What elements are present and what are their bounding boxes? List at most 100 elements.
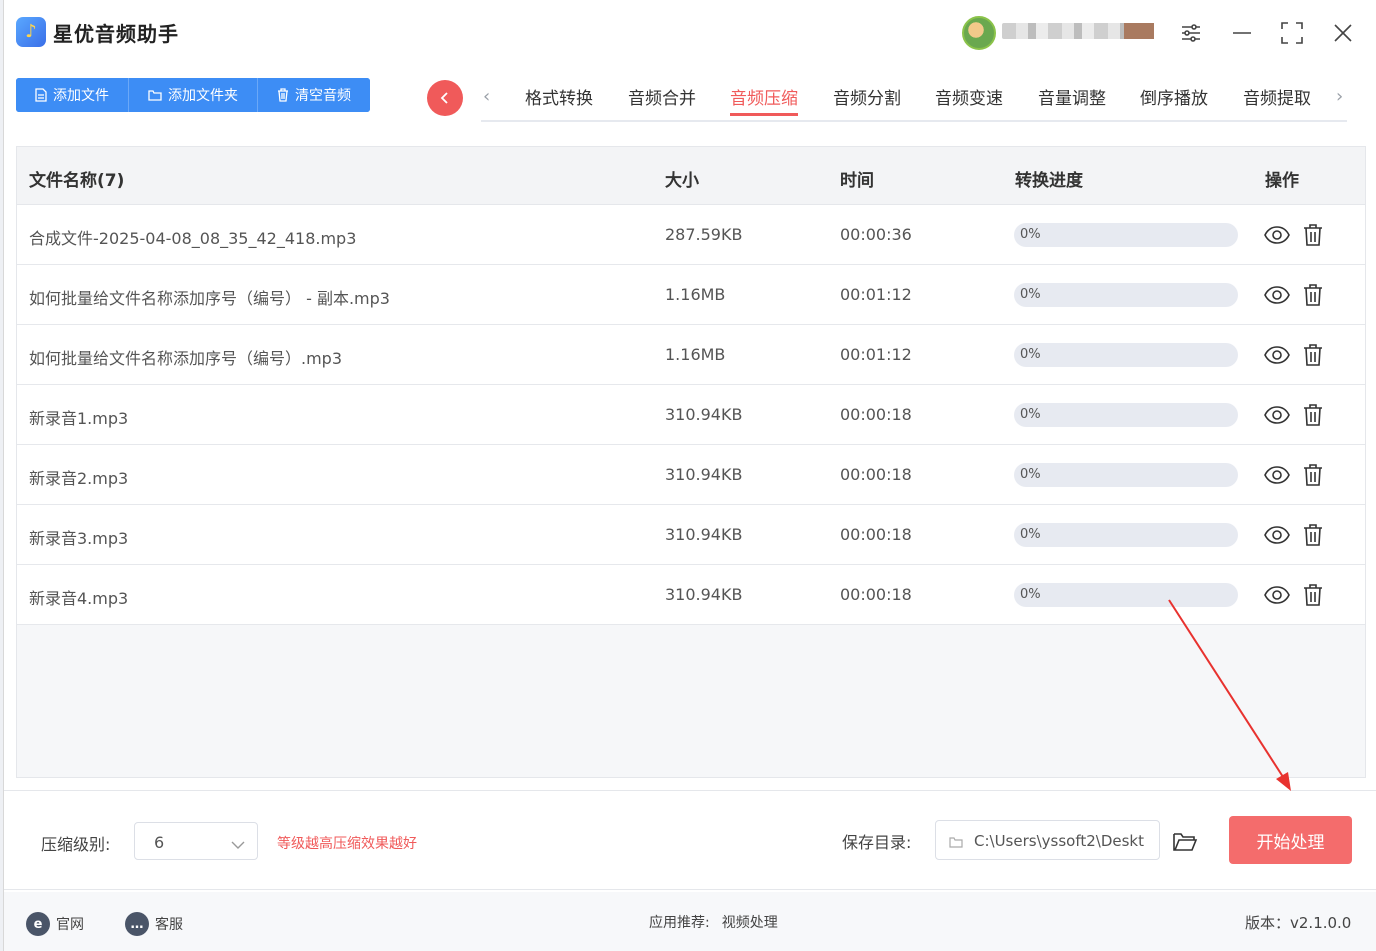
file-table: 文件名称(7) 大小 时间 转换进度 操作 合成文件-2025-04-08_08…: [16, 146, 1366, 778]
file-name: 如何批量给文件名称添加序号（编号）.mp3: [29, 349, 343, 368]
avatar[interactable]: [962, 16, 996, 50]
progress-bar: 0%: [1014, 463, 1238, 487]
table-row[interactable]: 新录音3.mp3 310.94KB 00:00:18 0%: [17, 505, 1365, 565]
music-note-icon: ♪: [16, 17, 46, 47]
add-folder-button[interactable]: 添加文件夹: [129, 78, 258, 112]
chat-bubble-icon: …: [125, 912, 149, 936]
header-size: 大小: [665, 171, 699, 191]
file-name: 新录音4.mp3: [29, 589, 129, 608]
table-row[interactable]: 如何批量给文件名称添加序号（编号）.mp3 1.16MB 00:01:12 0%: [17, 325, 1365, 385]
preview-eye-icon[interactable]: [1264, 522, 1290, 548]
app-window: ♪ 星优音频助手 添加文件 添加文件夹 清空音频 ‹ 格式转换 音频合并 音频压…: [3, 0, 1376, 951]
add-file-label: 添加文件: [53, 88, 109, 104]
trash-icon: [277, 88, 289, 102]
tab-audio-merge[interactable]: 音频合并: [628, 84, 696, 116]
progress-text: 0%: [1020, 527, 1041, 542]
file-size: 1.16MB: [665, 345, 726, 364]
compress-level-value: 6: [154, 833, 165, 852]
save-path-text: C:\Users\yssoft2\Deskt: [974, 832, 1144, 850]
tab-format-convert[interactable]: 格式转换: [525, 84, 593, 116]
table-row[interactable]: 新录音2.mp3 310.94KB 00:00:18 0%: [17, 445, 1365, 505]
preview-eye-icon[interactable]: [1264, 342, 1290, 368]
add-file-button[interactable]: 添加文件: [16, 78, 129, 112]
table-row[interactable]: 新录音1.mp3 310.94KB 00:00:18 0%: [17, 385, 1365, 445]
folder-icon: [148, 89, 162, 101]
delete-trash-icon[interactable]: [1300, 282, 1326, 308]
progress-bar: 0%: [1014, 223, 1238, 247]
progress-text: 0%: [1020, 287, 1041, 302]
tab-audio-extract[interactable]: 音频提取: [1243, 84, 1311, 116]
file-size: 310.94KB: [665, 525, 743, 544]
user-name-blurred[interactable]: [1002, 23, 1154, 39]
tab-audio-speed[interactable]: 音频变速: [935, 84, 1003, 116]
progress-bar: 0%: [1014, 523, 1238, 547]
settings-sliders-icon[interactable]: [1176, 18, 1206, 48]
preview-eye-icon[interactable]: [1264, 402, 1290, 428]
progress-text: 0%: [1020, 347, 1041, 362]
delete-trash-icon[interactable]: [1300, 402, 1326, 428]
close-icon[interactable]: [1328, 18, 1358, 48]
back-button[interactable]: [427, 80, 463, 116]
support-link[interactable]: … 客服: [125, 912, 183, 936]
file-name: 新录音1.mp3: [29, 409, 129, 428]
preview-eye-icon[interactable]: [1264, 222, 1290, 248]
preview-eye-icon[interactable]: [1264, 582, 1290, 608]
table-header: 文件名称(7) 大小 时间 转换进度 操作: [17, 147, 1365, 205]
table-row[interactable]: 新录音4.mp3 310.94KB 00:00:18 0%: [17, 565, 1365, 625]
tab-volume-adjust[interactable]: 音量调整: [1038, 84, 1106, 116]
table-row[interactable]: 合成文件-2025-04-08_08_35_42_418.mp3 287.59KB…: [17, 205, 1365, 265]
delete-trash-icon[interactable]: [1300, 222, 1326, 248]
recommend-link[interactable]: 视频处理: [722, 912, 778, 932]
file-duration: 00:00:18: [840, 465, 912, 484]
clear-audio-button[interactable]: 清空音频: [258, 78, 370, 112]
file-duration: 00:00:18: [840, 405, 912, 424]
tabs-scroll-right-icon[interactable]: ›: [1336, 86, 1343, 107]
file-size: 310.94KB: [665, 465, 743, 484]
preview-eye-icon[interactable]: [1264, 462, 1290, 488]
file-size: 310.94KB: [665, 405, 743, 424]
progress-text: 0%: [1020, 587, 1041, 602]
app-title: 星优音频助手: [53, 22, 179, 46]
file-duration: 00:00:36: [840, 225, 912, 244]
progress-text: 0%: [1020, 407, 1041, 422]
minimize-icon[interactable]: [1227, 18, 1257, 48]
delete-trash-icon[interactable]: [1300, 462, 1326, 488]
file-size: 287.59KB: [665, 225, 743, 244]
footer: e 官网 … 客服 应用推荐: 视频处理 版本：v2.1.0.0: [4, 892, 1376, 951]
tabs-scroll-left-icon[interactable]: ‹: [483, 86, 490, 107]
delete-trash-icon[interactable]: [1300, 582, 1326, 608]
save-dir-label: 保存目录:: [842, 833, 912, 852]
website-link[interactable]: e 官网: [26, 912, 84, 936]
file-name: 合成文件-2025-04-08_08_35_42_418.mp3: [29, 229, 357, 248]
maximize-icon[interactable]: [1277, 18, 1307, 48]
chevron-down-icon: [231, 835, 245, 854]
tab-reverse-play[interactable]: 倒序播放: [1140, 84, 1208, 116]
tab-audio-compress[interactable]: 音频压缩: [730, 84, 798, 116]
save-path-input[interactable]: C:\Users\yssoft2\Deskt: [935, 820, 1160, 860]
tab-audio-split[interactable]: 音频分割: [833, 84, 901, 116]
header-name: 文件名称(7): [29, 171, 125, 191]
file-name: 新录音3.mp3: [29, 529, 129, 548]
delete-trash-icon[interactable]: [1300, 522, 1326, 548]
header-time: 时间: [840, 171, 874, 191]
title-bar: ♪ 星优音频助手: [4, 0, 1376, 66]
file-icon: [35, 88, 47, 102]
file-name: 如何批量给文件名称添加序号（编号） - 副本.mp3: [29, 289, 390, 308]
feature-tabs: ‹ 格式转换 音频合并 音频压缩 音频分割 音频变速 音量调整 倒序播放 音频提…: [481, 78, 1347, 122]
compress-level-select[interactable]: 6: [134, 822, 258, 860]
file-duration: 00:00:18: [840, 525, 912, 544]
app-recommend: 应用推荐: 视频处理: [649, 912, 778, 932]
table-row[interactable]: 如何批量给文件名称添加序号（编号） - 副本.mp3 1.16MB 00:01:12…: [17, 265, 1365, 325]
header-progress: 转换进度: [1015, 171, 1083, 191]
clear-audio-label: 清空音频: [295, 88, 351, 104]
version-text: 版本：v2.1.0.0: [1245, 914, 1352, 932]
open-folder-icon[interactable]: [1170, 827, 1200, 855]
start-process-button[interactable]: 开始处理: [1229, 816, 1352, 864]
compress-level-label: 压缩级别:: [41, 835, 111, 854]
preview-eye-icon[interactable]: [1264, 282, 1290, 308]
file-toolbar: 添加文件 添加文件夹 清空音频: [16, 78, 370, 112]
delete-trash-icon[interactable]: [1300, 342, 1326, 368]
file-size: 310.94KB: [665, 585, 743, 604]
progress-bar: 0%: [1014, 283, 1238, 307]
progress-bar: 0%: [1014, 343, 1238, 367]
